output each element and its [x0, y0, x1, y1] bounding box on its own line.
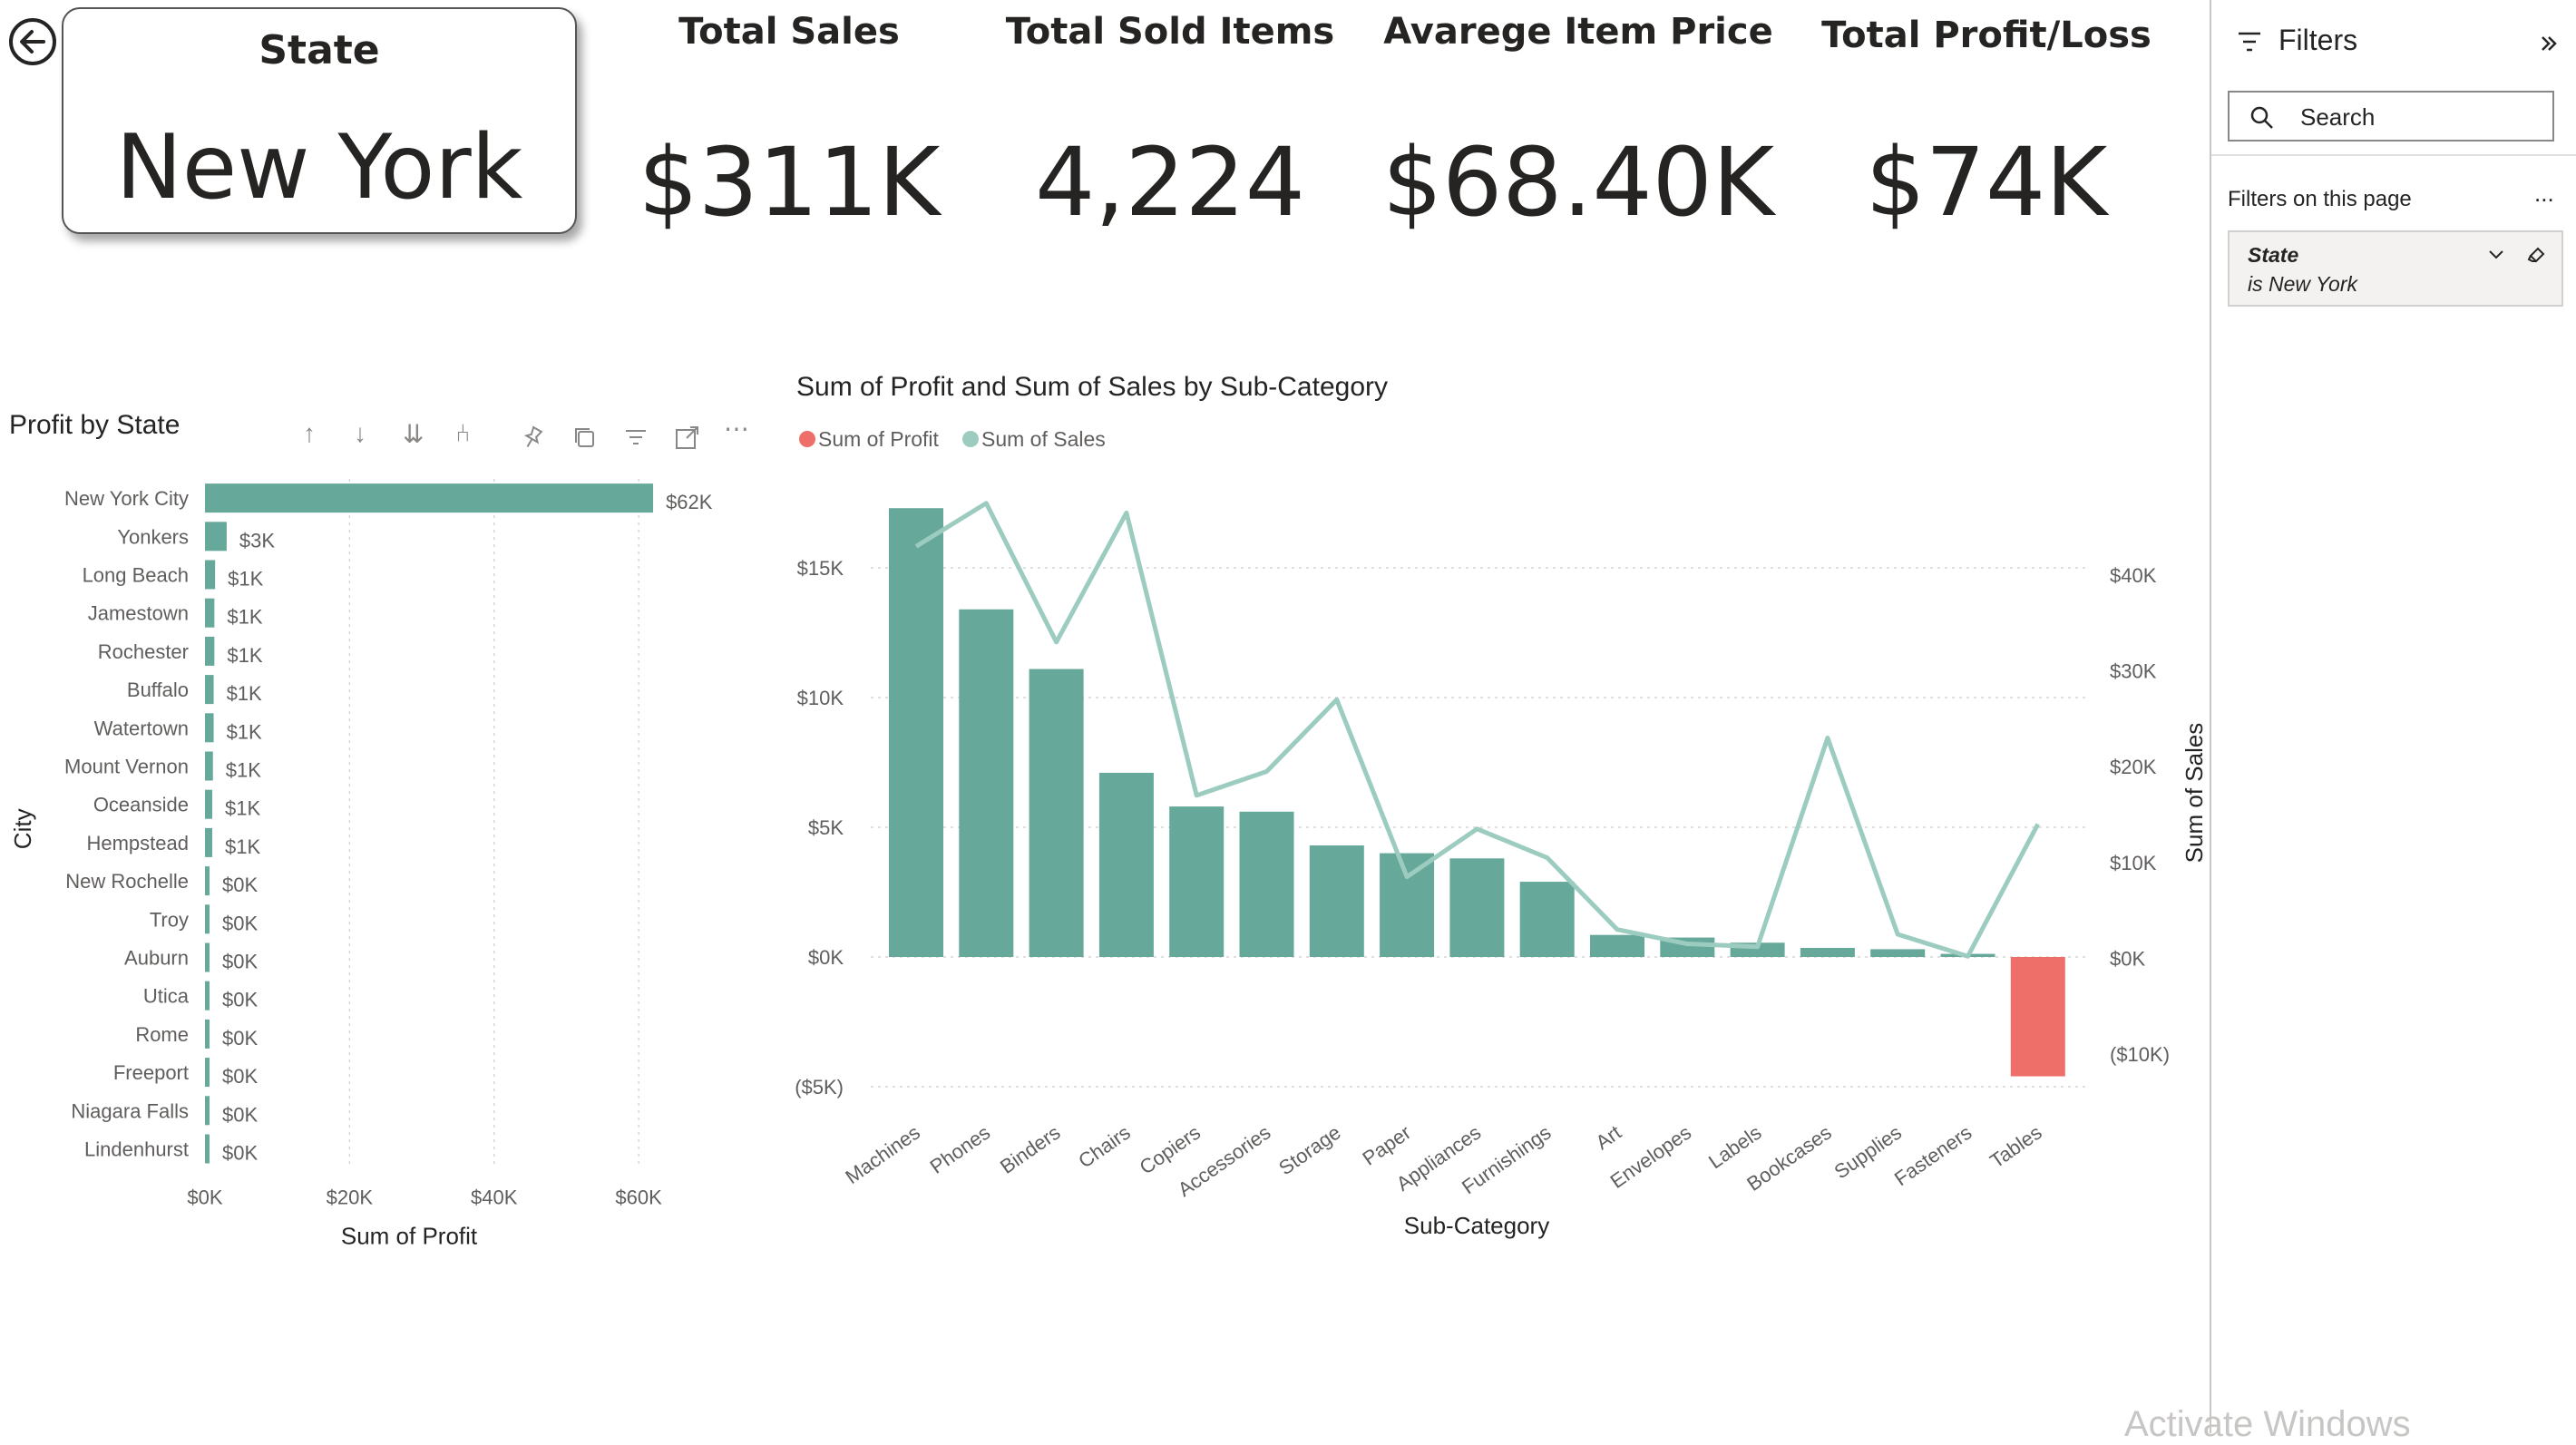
search-placeholder: Search — [2300, 103, 2375, 132]
bar — [1240, 812, 1294, 957]
y-left-tick-label: $15K — [797, 557, 844, 580]
bar — [1449, 858, 1504, 957]
bar — [1169, 806, 1224, 957]
divider — [2211, 154, 2576, 156]
chevron-down-icon[interactable] — [2487, 245, 2505, 263]
x-tick-label: Phones — [926, 1121, 994, 1178]
x-tick-label: Binders — [996, 1121, 1064, 1178]
x-tick-label: Art — [1591, 1121, 1625, 1155]
y-left-tick-label: ($5K) — [795, 1076, 844, 1098]
filter-field: State — [2248, 243, 2298, 268]
y-right-tick-label: $0K — [2110, 947, 2145, 970]
activate-windows-watermark: Activate Windows — [2124, 1404, 2411, 1445]
y-right-tick-label: $10K — [2110, 852, 2157, 874]
y-left-tick-label: $5K — [808, 816, 844, 839]
filter-condition: is New York — [2248, 272, 2357, 297]
legend-item-sales: Sum of Sales — [981, 427, 1106, 451]
legend-marker-profit — [799, 431, 815, 447]
bar — [1520, 882, 1575, 957]
x-tick-label: Fasteners — [1890, 1121, 1976, 1191]
bar — [1029, 669, 1084, 957]
search-icon — [2249, 105, 2275, 131]
y-left-tick-label: $10K — [797, 687, 844, 709]
x-tick-label: Tables — [1986, 1121, 2045, 1173]
y-left-tick-label: $0K — [808, 946, 844, 969]
filters-search-input[interactable]: Search — [2228, 91, 2554, 142]
y-right-tick-label: $30K — [2110, 660, 2157, 683]
x-tick-label: Paper — [1359, 1121, 1415, 1170]
bar — [1800, 948, 1855, 957]
x-tick-label: Machines — [841, 1121, 923, 1188]
filter-icon — [2237, 31, 2262, 53]
x-tick-label: Storage — [1274, 1121, 1344, 1180]
y-right-axis-title: Sum of Sales — [2181, 723, 2204, 864]
x-tick-label: Chairs — [1074, 1121, 1134, 1173]
bar — [2011, 957, 2065, 1077]
profit-sales-by-subcategory-chart[interactable]: Sum of Profit Sum of Sales ($5K) $0K $5K $10K… — [0, 0, 2204, 1270]
legend: Sum of Profit Sum of Sales — [799, 427, 1106, 451]
clear-filter-icon[interactable] — [2525, 243, 2547, 265]
filter-card-state[interactable]: State is New York — [2228, 230, 2563, 307]
bar — [1099, 773, 1154, 957]
bar — [959, 610, 1013, 957]
bar — [889, 508, 943, 957]
y-right-tick-label: $20K — [2110, 756, 2157, 778]
bar — [1380, 854, 1434, 957]
x-axis-title: Sub-Category — [1404, 1212, 1549, 1239]
collapse-pane-icon[interactable] — [2538, 33, 2560, 54]
y-right-tick-label: $40K — [2110, 564, 2157, 587]
x-tick-label: Labels — [1704, 1121, 1765, 1174]
bar — [1590, 935, 1644, 957]
legend-item-profit: Sum of Profit — [818, 427, 940, 451]
bar — [1310, 845, 1364, 957]
filters-pane: Filters Search Filters on this page ... … — [2210, 0, 2576, 1433]
filters-section-label: Filters on this page — [2228, 187, 2412, 212]
more-options-icon[interactable]: ... — [2534, 180, 2554, 208]
y-right-tick-label: ($10K) — [2110, 1043, 2170, 1066]
filters-header: Filters — [2278, 24, 2357, 57]
bar — [1870, 949, 1925, 957]
legend-marker-sales — [962, 431, 979, 447]
